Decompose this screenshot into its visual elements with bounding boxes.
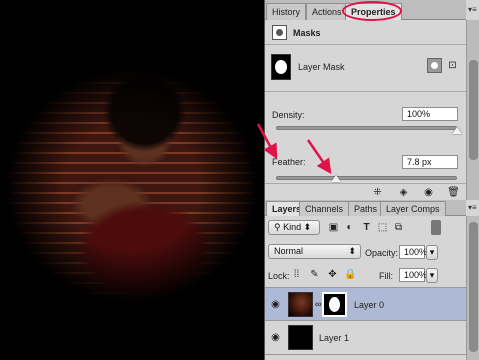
lock-label: Lock: xyxy=(268,271,290,281)
annotation-circle xyxy=(342,1,402,21)
blend-mode-value: Normal xyxy=(274,246,304,256)
feather-field[interactable]: 7.8 px xyxy=(402,155,458,169)
add-pixel-mask-icon[interactable] xyxy=(427,58,442,73)
masked-photo xyxy=(6,70,258,302)
filter-shape-icon[interactable]: ⬚ xyxy=(375,220,390,235)
layer-0-name[interactable]: Layer 0 xyxy=(354,300,384,310)
opacity-label: Opacity: xyxy=(365,248,399,258)
filter-toggle[interactable] xyxy=(431,220,441,235)
properties-scroll-thumb[interactable] xyxy=(469,60,478,160)
layer-row-layer-0[interactable]: ◉ ∞ Layer 0 xyxy=(265,287,466,321)
blend-mode-dropdown[interactable]: Normal ⬍ xyxy=(268,244,361,259)
panel-menu-icon[interactable]: ▾≡ xyxy=(468,5,477,14)
chevron-updown-icon: ⬍ xyxy=(348,246,356,256)
apply-mask-icon[interactable]: ◈ xyxy=(396,185,411,200)
properties-footer: ⁜ ◈ ◉ 🗑 xyxy=(265,183,466,200)
masks-header: Masks xyxy=(265,21,466,45)
chain-link-icon[interactable]: ∞ xyxy=(315,299,321,309)
search-icon: ⚲ xyxy=(274,222,281,232)
fill-dropdown-button[interactable]: ▾ xyxy=(426,268,438,283)
opacity-field[interactable]: 100% xyxy=(399,245,427,259)
tab-channels[interactable]: Channels xyxy=(299,201,350,216)
fill-label: Fill: xyxy=(379,271,393,281)
density-slider-track[interactable] xyxy=(276,126,457,130)
layer-1-thumbnail xyxy=(288,325,313,350)
disable-mask-icon[interactable]: ◉ xyxy=(421,185,436,200)
tab-history[interactable]: History xyxy=(266,3,307,20)
masks-title: Masks xyxy=(293,28,321,38)
mask-icon xyxy=(272,25,287,40)
filter-type-icon[interactable]: T xyxy=(359,220,374,235)
mask-thumbnail[interactable] xyxy=(271,54,291,80)
layers-scrollbar[interactable] xyxy=(466,216,479,360)
filter-kind-value: Kind xyxy=(283,222,302,232)
feather-slider-knob[interactable] xyxy=(331,175,341,182)
feather-slider-track[interactable] xyxy=(276,176,457,180)
density-label: Density: xyxy=(272,110,305,120)
add-vector-mask-icon[interactable]: ⊡ xyxy=(445,58,460,73)
filter-smart-object-icon[interactable]: ⧉ xyxy=(391,220,406,235)
layer-0-mask-thumbnail[interactable] xyxy=(322,292,347,317)
eye-icon[interactable]: ◉ xyxy=(268,297,283,312)
lock-transparent-icon[interactable]: ⁞⁞ xyxy=(289,267,304,282)
layer-1-name[interactable]: Layer 1 xyxy=(319,333,349,343)
density-field[interactable]: 100% xyxy=(402,107,458,121)
document-canvas[interactable] xyxy=(0,0,264,360)
layer-mask-label: Layer Mask xyxy=(298,62,345,72)
filter-adjustment-icon[interactable]: ◐ xyxy=(342,220,357,235)
fill-field[interactable]: 100% xyxy=(399,268,427,282)
tab-paths[interactable]: Paths xyxy=(348,201,384,216)
layer-mask-row: Layer Mask ⊡ xyxy=(265,46,466,92)
load-selection-icon[interactable]: ⁜ xyxy=(370,185,385,200)
lock-position-icon[interactable]: ✥ xyxy=(325,267,340,282)
eye-icon[interactable]: ◉ xyxy=(268,330,283,345)
right-panel-dock: History Actions Properties ▾≡ Masks Laye… xyxy=(264,0,479,360)
feather-label: Feather: xyxy=(272,157,306,167)
filter-kind-dropdown[interactable]: ⚲ Kind ⬍ xyxy=(268,220,320,235)
filter-pixel-icon[interactable]: ▣ xyxy=(326,220,341,235)
lock-image-brush-icon[interactable]: ✎ xyxy=(307,267,322,282)
delete-mask-icon[interactable]: 🗑 xyxy=(446,185,461,200)
density-slider-knob[interactable] xyxy=(452,127,462,134)
layers-panel-menu-icon[interactable]: ▾≡ xyxy=(468,203,477,212)
opacity-dropdown-button[interactable]: ▾ xyxy=(426,245,438,260)
layer-0-thumbnail xyxy=(288,292,313,317)
layers-tab-bar: Layers Channels Paths Layer Comps xyxy=(265,200,466,216)
properties-scrollbar[interactable] xyxy=(466,20,479,200)
layers-scroll-thumb[interactable] xyxy=(469,222,478,352)
lock-all-icon[interactable]: 🔒 xyxy=(343,267,358,282)
tab-layer-comps[interactable]: Layer Comps xyxy=(380,201,446,216)
layer-row-layer-1[interactable]: ◉ Layer 1 xyxy=(265,321,466,355)
